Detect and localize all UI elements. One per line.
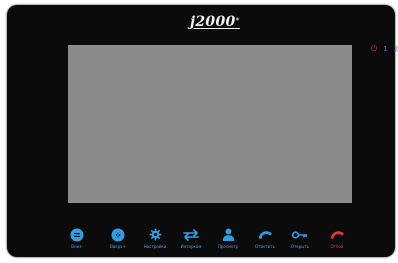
open-door-button[interactable]: Открыть	[286, 227, 314, 249]
swap-arrows-icon	[183, 227, 199, 242]
brand-logo-text: j2000	[190, 14, 236, 30]
answer-label: Ответить	[255, 244, 275, 249]
monitor-button[interactable]: Просмотр	[214, 227, 242, 249]
channel-2-indicator: 2	[393, 45, 398, 53]
person-icon	[222, 227, 235, 242]
settings-label: Настройки	[143, 244, 167, 249]
intercom-button[interactable]: Интерком	[177, 227, 205, 249]
volume-down-label: Вниз-	[71, 244, 83, 249]
open-door-label: Открыть	[290, 244, 310, 249]
menu-circle-icon	[70, 227, 84, 242]
hang-up-label: Отбой	[330, 244, 344, 249]
control-button-row: Вниз- Вверх+ Настройки Интерком Просмотр…	[63, 227, 363, 251]
volume-down-button[interactable]: Вниз-	[63, 227, 91, 249]
hang-up-button[interactable]: Отбой	[323, 227, 351, 249]
brand-logo: j2000®	[190, 14, 240, 30]
monitor-label: Просмотр	[217, 244, 239, 249]
intercom-monitor: j2000® ⏻ 1 2 Вниз- Вверх+ Настройки Инте…	[7, 5, 398, 257]
dots-circle-icon	[111, 227, 125, 242]
settings-button[interactable]: Настройки	[141, 227, 169, 249]
volume-up-label: Вверх+	[110, 244, 126, 249]
answer-button[interactable]: Ответить	[251, 227, 279, 249]
phone-answer-icon	[257, 227, 273, 242]
channel-1-indicator: 1	[383, 45, 388, 53]
intercom-label: Интерком	[180, 244, 202, 249]
video-screen	[68, 45, 352, 203]
registered-mark: ®	[235, 16, 240, 22]
volume-up-button[interactable]: Вверх+	[104, 227, 132, 249]
power-icon: ⏻	[371, 44, 378, 53]
phone-hangup-icon	[329, 227, 345, 242]
gear-icon	[149, 227, 162, 242]
status-indicators: ⏻ 1 2	[371, 44, 398, 54]
key-icon	[292, 227, 308, 242]
